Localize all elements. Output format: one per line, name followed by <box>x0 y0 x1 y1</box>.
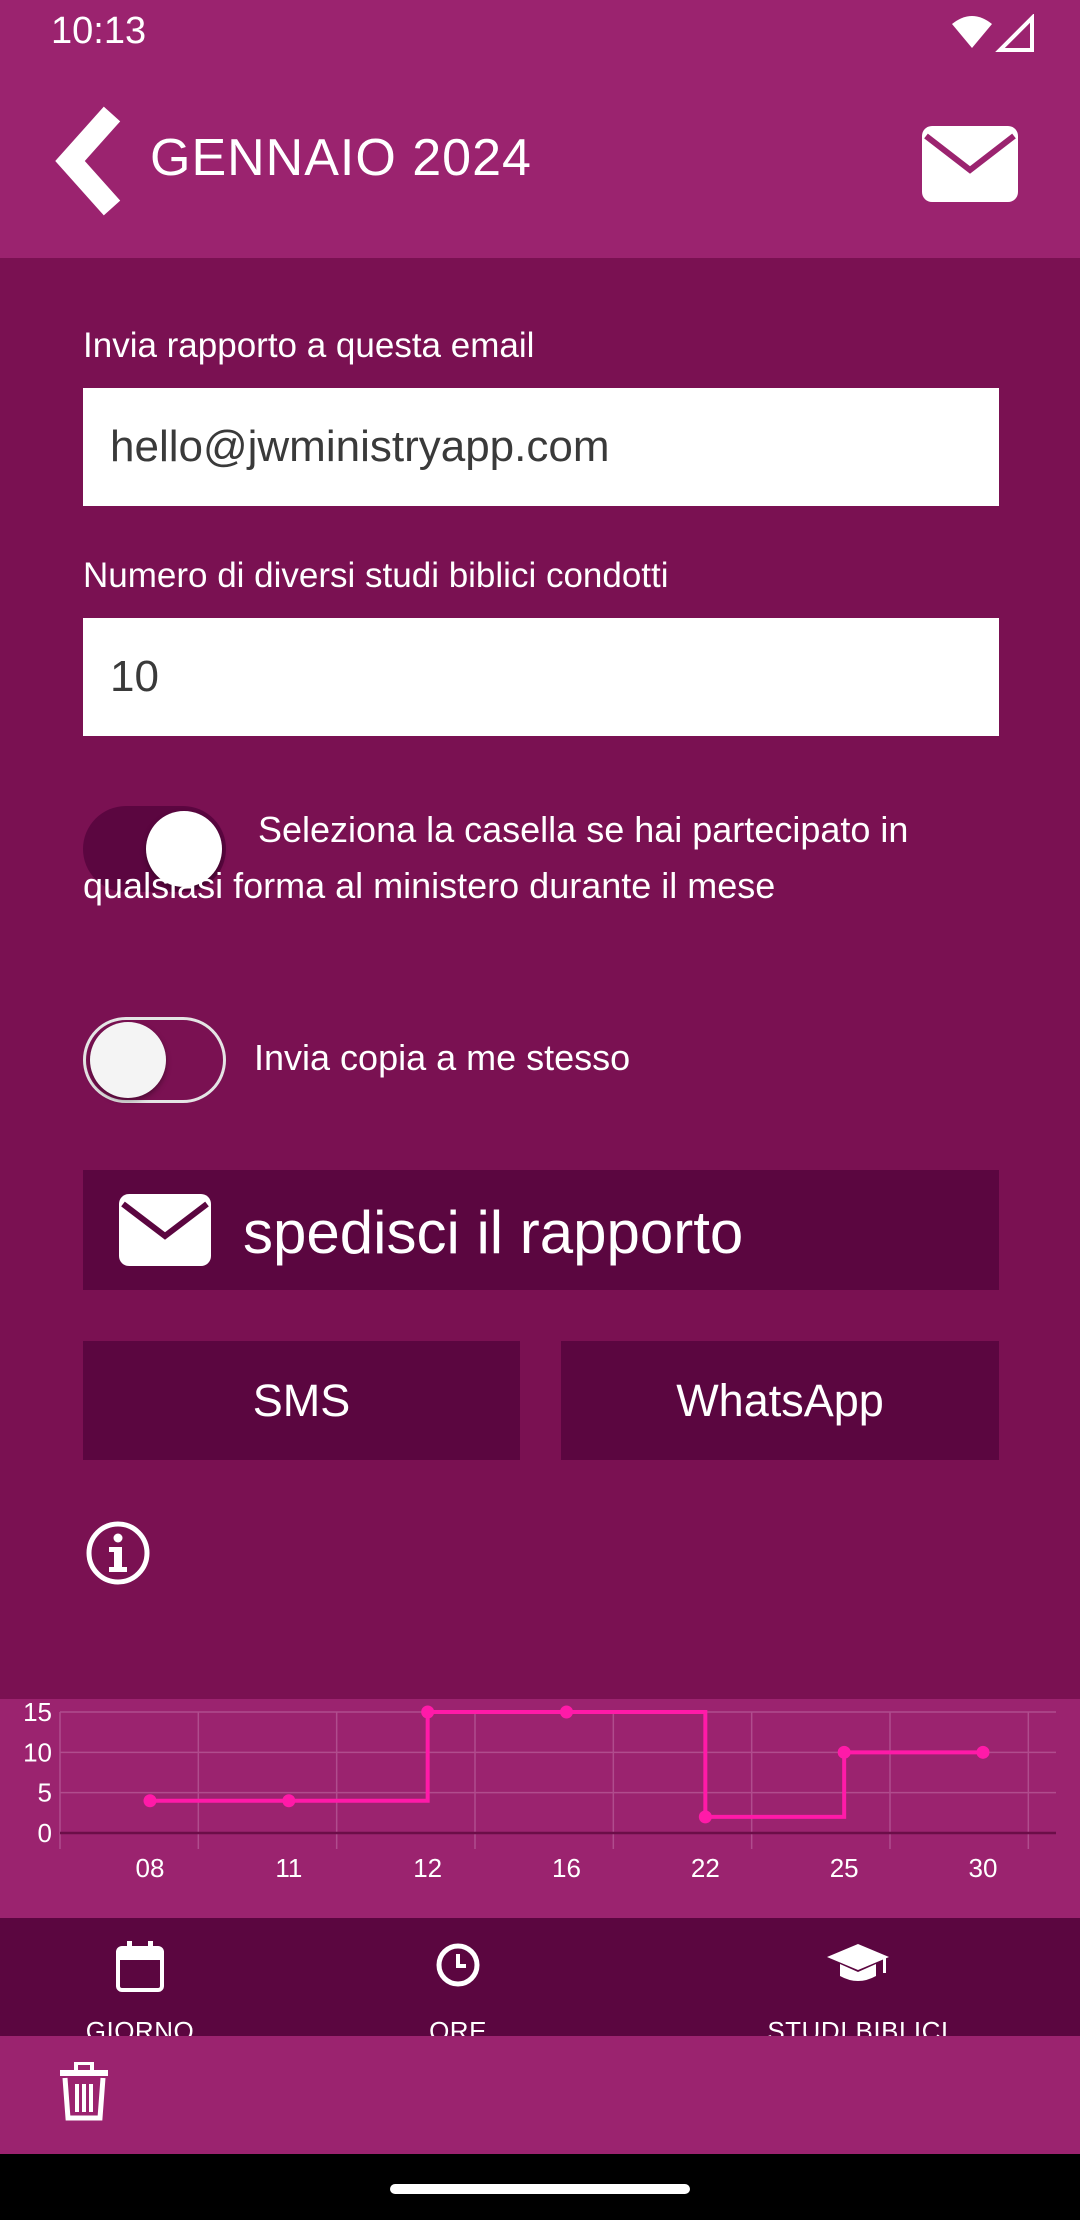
send-report-label: spedisci il rapporto <box>243 1199 744 1266</box>
hours-chart: 15 10 5 0 08 11 12 16 22 25 30 <box>0 1697 1080 1918</box>
x-tick-label: 12 <box>413 1853 442 1883</box>
nav-label-giorno: GIORNO <box>85 2016 195 2036</box>
x-tick-label: 11 <box>275 1853 302 1883</box>
studies-label: Numero di diversi studi biblici condotti <box>83 556 669 595</box>
email-label: Invia rapporto a questa email <box>83 326 535 365</box>
calendar-icon <box>116 1941 164 1992</box>
nav-label-ore: ORE <box>429 2016 487 2036</box>
data-point <box>698 1810 712 1824</box>
clock-icon <box>436 1943 480 1987</box>
nav-label-studi-biblici: STUDI BIBLICI <box>767 2016 949 2036</box>
hours-chart-svg: 15 10 5 0 08 11 12 16 22 25 30 <box>23 1697 1056 1883</box>
data-point <box>976 1745 990 1759</box>
x-tick-label: 08 <box>136 1853 165 1883</box>
data-point <box>143 1794 157 1808</box>
back-arrow-icon[interactable] <box>52 106 132 216</box>
y-tick-label: 15 <box>23 1699 52 1727</box>
nav-item-studi-biblici[interactable]: STUDI BIBLICI <box>738 1918 978 2036</box>
system-nav-bar <box>0 2154 1080 2220</box>
trash-icon[interactable] <box>58 2062 110 2122</box>
info-icon[interactable] <box>85 1520 151 1586</box>
mail-icon <box>119 1194 211 1266</box>
participated-label: Seleziona la casella se hai partecipato … <box>83 809 909 906</box>
whatsapp-button[interactable]: WhatsApp <box>561 1341 999 1460</box>
wifi-icon <box>952 16 992 48</box>
data-point <box>560 1705 573 1719</box>
series-line <box>150 1710 983 1819</box>
data-point <box>421 1705 435 1719</box>
signal-icon <box>995 14 1034 52</box>
x-tick-label: 25 <box>830 1853 859 1883</box>
bottom-nav: GIORNO ORE STUDI BIBLICI <box>0 1918 1080 2036</box>
status-icons <box>952 14 1034 52</box>
send-report-button[interactable]: spedisci il rapporto <box>83 1170 999 1290</box>
studies-count-field[interactable]: 10 <box>83 618 999 736</box>
y-tick-label: 10 <box>23 1737 52 1767</box>
data-point <box>837 1745 851 1759</box>
mail-icon[interactable] <box>922 126 1018 202</box>
status-bar: 10:13 <box>0 0 1080 66</box>
y-tick-label: 0 <box>38 1818 52 1848</box>
status-time: 10:13 <box>51 10 147 52</box>
email-field[interactable]: hello@jwministryapp.com <box>83 388 999 506</box>
nav-item-giorno[interactable]: GIORNO <box>40 1918 240 2036</box>
home-indicator[interactable] <box>390 2184 690 2194</box>
toggle-knob <box>90 1022 166 1098</box>
x-tick-label: 30 <box>969 1853 998 1883</box>
y-tick-label: 5 <box>38 1778 52 1808</box>
data-point <box>282 1794 296 1808</box>
nav-item-ore[interactable]: ORE <box>358 1918 558 2036</box>
graduation-cap-icon <box>827 1944 889 1981</box>
send-copy-toggle[interactable] <box>83 1017 226 1103</box>
send-copy-label: Invia copia a me stesso <box>254 1037 631 1078</box>
x-tick-label: 22 <box>691 1853 720 1883</box>
sms-button[interactable]: SMS <box>83 1341 520 1460</box>
x-tick-label: 16 <box>552 1853 581 1883</box>
page-title: GENNAIO 2024 <box>150 129 532 187</box>
action-bar <box>0 2036 1080 2154</box>
app-header: GENNAIO 2024 <box>0 66 1080 258</box>
